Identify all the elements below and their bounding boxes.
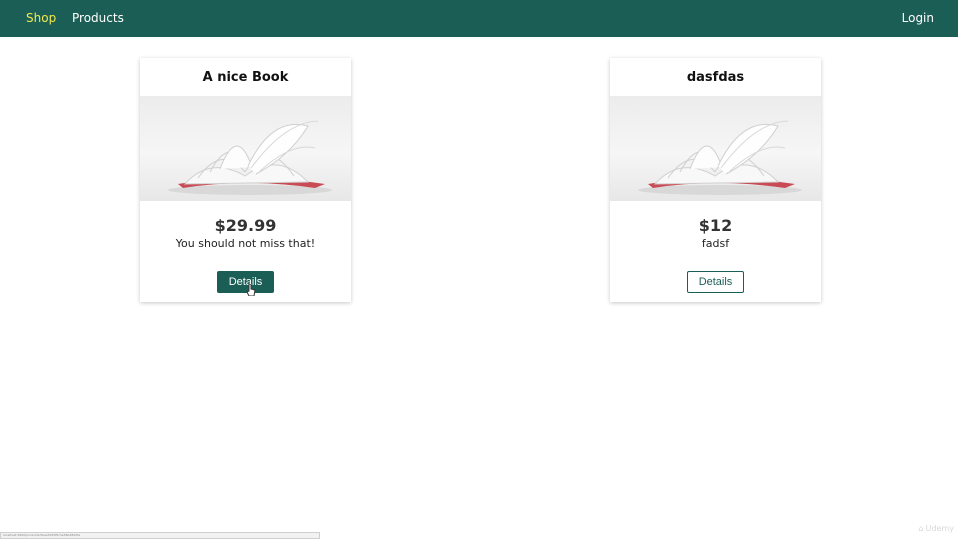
nav-shop-link[interactable]: Shop xyxy=(26,11,56,26)
open-book-icon xyxy=(168,120,332,195)
watermark: ⌂ Udemy xyxy=(919,524,954,533)
product-title: A nice Book xyxy=(202,70,289,85)
product-card: A nice Book $29.99 You should not miss t… xyxy=(140,58,351,302)
nav-login-link[interactable]: Login xyxy=(902,11,934,26)
main-header: Shop Products Login xyxy=(0,0,958,37)
open-book-icon xyxy=(638,120,802,195)
watermark-label: Udemy xyxy=(925,524,954,533)
product-price: $29.99 xyxy=(214,216,277,235)
nav-products-link[interactable]: Products xyxy=(72,11,124,26)
product-description: You should not miss that! xyxy=(175,237,316,250)
browser-status-url: localhost:3000/products/5baa5025f6c5e56b… xyxy=(0,532,320,539)
book-image xyxy=(610,96,821,201)
details-button[interactable]: Details xyxy=(687,271,744,293)
product-price: $12 xyxy=(698,216,733,235)
product-description: fadsf xyxy=(701,237,730,250)
product-card: dasfdas $12 fadsf Details xyxy=(610,58,821,302)
udemy-logo-icon: ⌂ xyxy=(918,524,924,533)
product-title: dasfdas xyxy=(686,70,745,85)
book-image xyxy=(140,96,351,201)
pointer-cursor-icon xyxy=(246,284,256,296)
